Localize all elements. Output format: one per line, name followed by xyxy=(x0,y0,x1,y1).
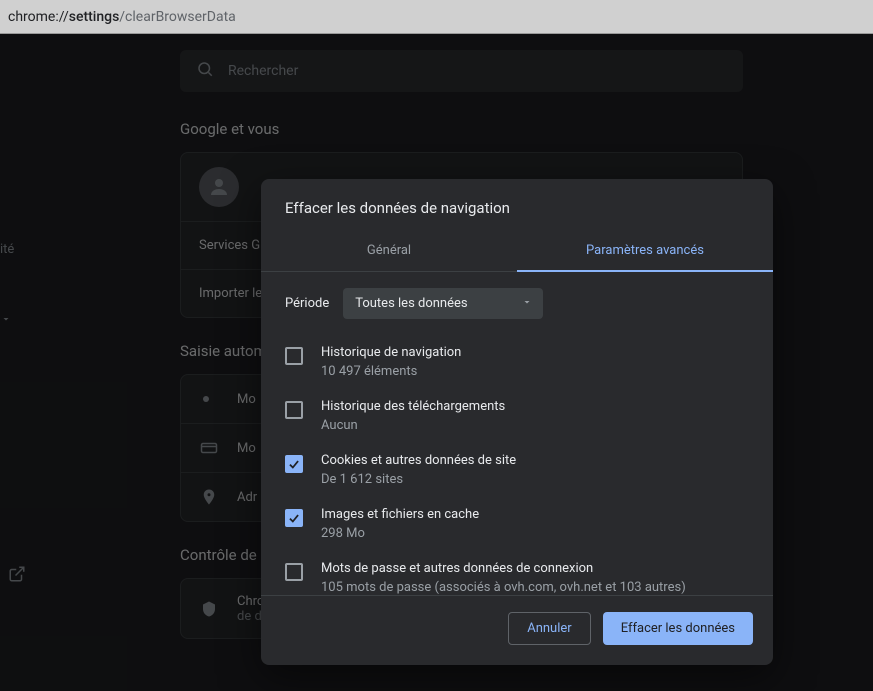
url-host: settings xyxy=(69,9,120,25)
option-subtitle: 298 Mo xyxy=(321,526,479,541)
period-label: Période xyxy=(285,296,329,311)
option-row[interactable]: Historique de navigation 10 497 éléments xyxy=(285,335,749,389)
tab-basic[interactable]: Général xyxy=(261,231,517,272)
options-list: Historique de navigation10 497 élémentsH… xyxy=(261,335,773,595)
url-protocol: chrome:// xyxy=(8,9,69,25)
option-row[interactable]: Cookies et autres données de site De 1 61… xyxy=(285,443,749,497)
option-title: Mots de passe et autres données de conne… xyxy=(321,561,686,576)
dialog-tabs: Général Paramètres avancés xyxy=(261,231,773,272)
url-path: /clearBrowserData xyxy=(119,9,236,25)
option-title: Cookies et autres données de site xyxy=(321,453,516,468)
period-select[interactable]: Toutes les données xyxy=(343,288,543,319)
option-row[interactable]: Historique des téléchargements Aucun xyxy=(285,389,749,443)
checkbox[interactable] xyxy=(285,401,303,419)
dialog-actions: Annuler Effacer les données xyxy=(261,595,773,665)
dialog-title: Effacer les données de navigation xyxy=(261,179,773,231)
option-title: Images et fichiers en cache xyxy=(321,507,479,522)
option-subtitle: 105 mots de passe (associés à ovh.com, o… xyxy=(321,580,686,595)
checkbox[interactable] xyxy=(285,563,303,581)
option-row[interactable]: Mots de passe et autres données de conne… xyxy=(285,551,749,595)
checkbox[interactable] xyxy=(285,509,303,527)
option-title: Historique de navigation xyxy=(321,345,461,360)
option-row[interactable]: Images et fichiers en cache 298 Mo xyxy=(285,497,749,551)
period-value: Toutes les données xyxy=(355,296,467,311)
tab-advanced[interactable]: Paramètres avancés xyxy=(517,231,773,272)
clear-data-dialog: Effacer les données de navigation Généra… xyxy=(261,179,773,665)
option-subtitle: Aucun xyxy=(321,418,505,433)
caret-down-icon xyxy=(521,296,533,312)
checkbox[interactable] xyxy=(285,455,303,473)
address-bar[interactable]: chrome://settings/clearBrowserData xyxy=(0,0,873,34)
cancel-button[interactable]: Annuler xyxy=(508,612,590,645)
checkbox[interactable] xyxy=(285,347,303,365)
period-row: Période Toutes les données xyxy=(261,272,773,335)
clear-data-button[interactable]: Effacer les données xyxy=(603,612,753,645)
option-subtitle: De 1 612 sites xyxy=(321,472,516,487)
option-subtitle: 10 497 éléments xyxy=(321,364,461,379)
option-title: Historique des téléchargements xyxy=(321,399,505,414)
